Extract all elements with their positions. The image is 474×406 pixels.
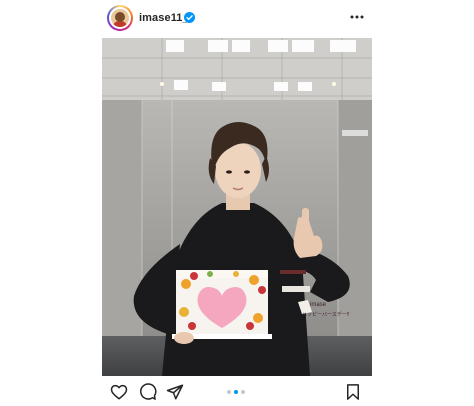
birthday-cake [172,270,272,339]
verified-badge-icon [184,12,195,23]
carousel-dot [227,390,231,394]
post-photo[interactable]: imase ハッピーバースデー!! [102,38,372,376]
more-options-icon[interactable] [350,11,364,23]
avatar-image [109,7,131,29]
cake-text-line2: ハッピーバースデー!! [302,312,350,318]
heart-icon[interactable] [110,383,128,401]
post-header: imase11_9 [0,0,474,38]
comment-icon[interactable] [139,383,157,401]
avatar[interactable] [107,5,133,31]
cake-text-line1: imase [310,302,327,308]
carousel-dot [241,390,245,394]
photo-scene [102,38,372,376]
carousel-dot-active [234,390,238,394]
post-actions [0,380,474,406]
share-icon[interactable] [166,383,184,401]
bookmark-icon[interactable] [344,383,362,401]
